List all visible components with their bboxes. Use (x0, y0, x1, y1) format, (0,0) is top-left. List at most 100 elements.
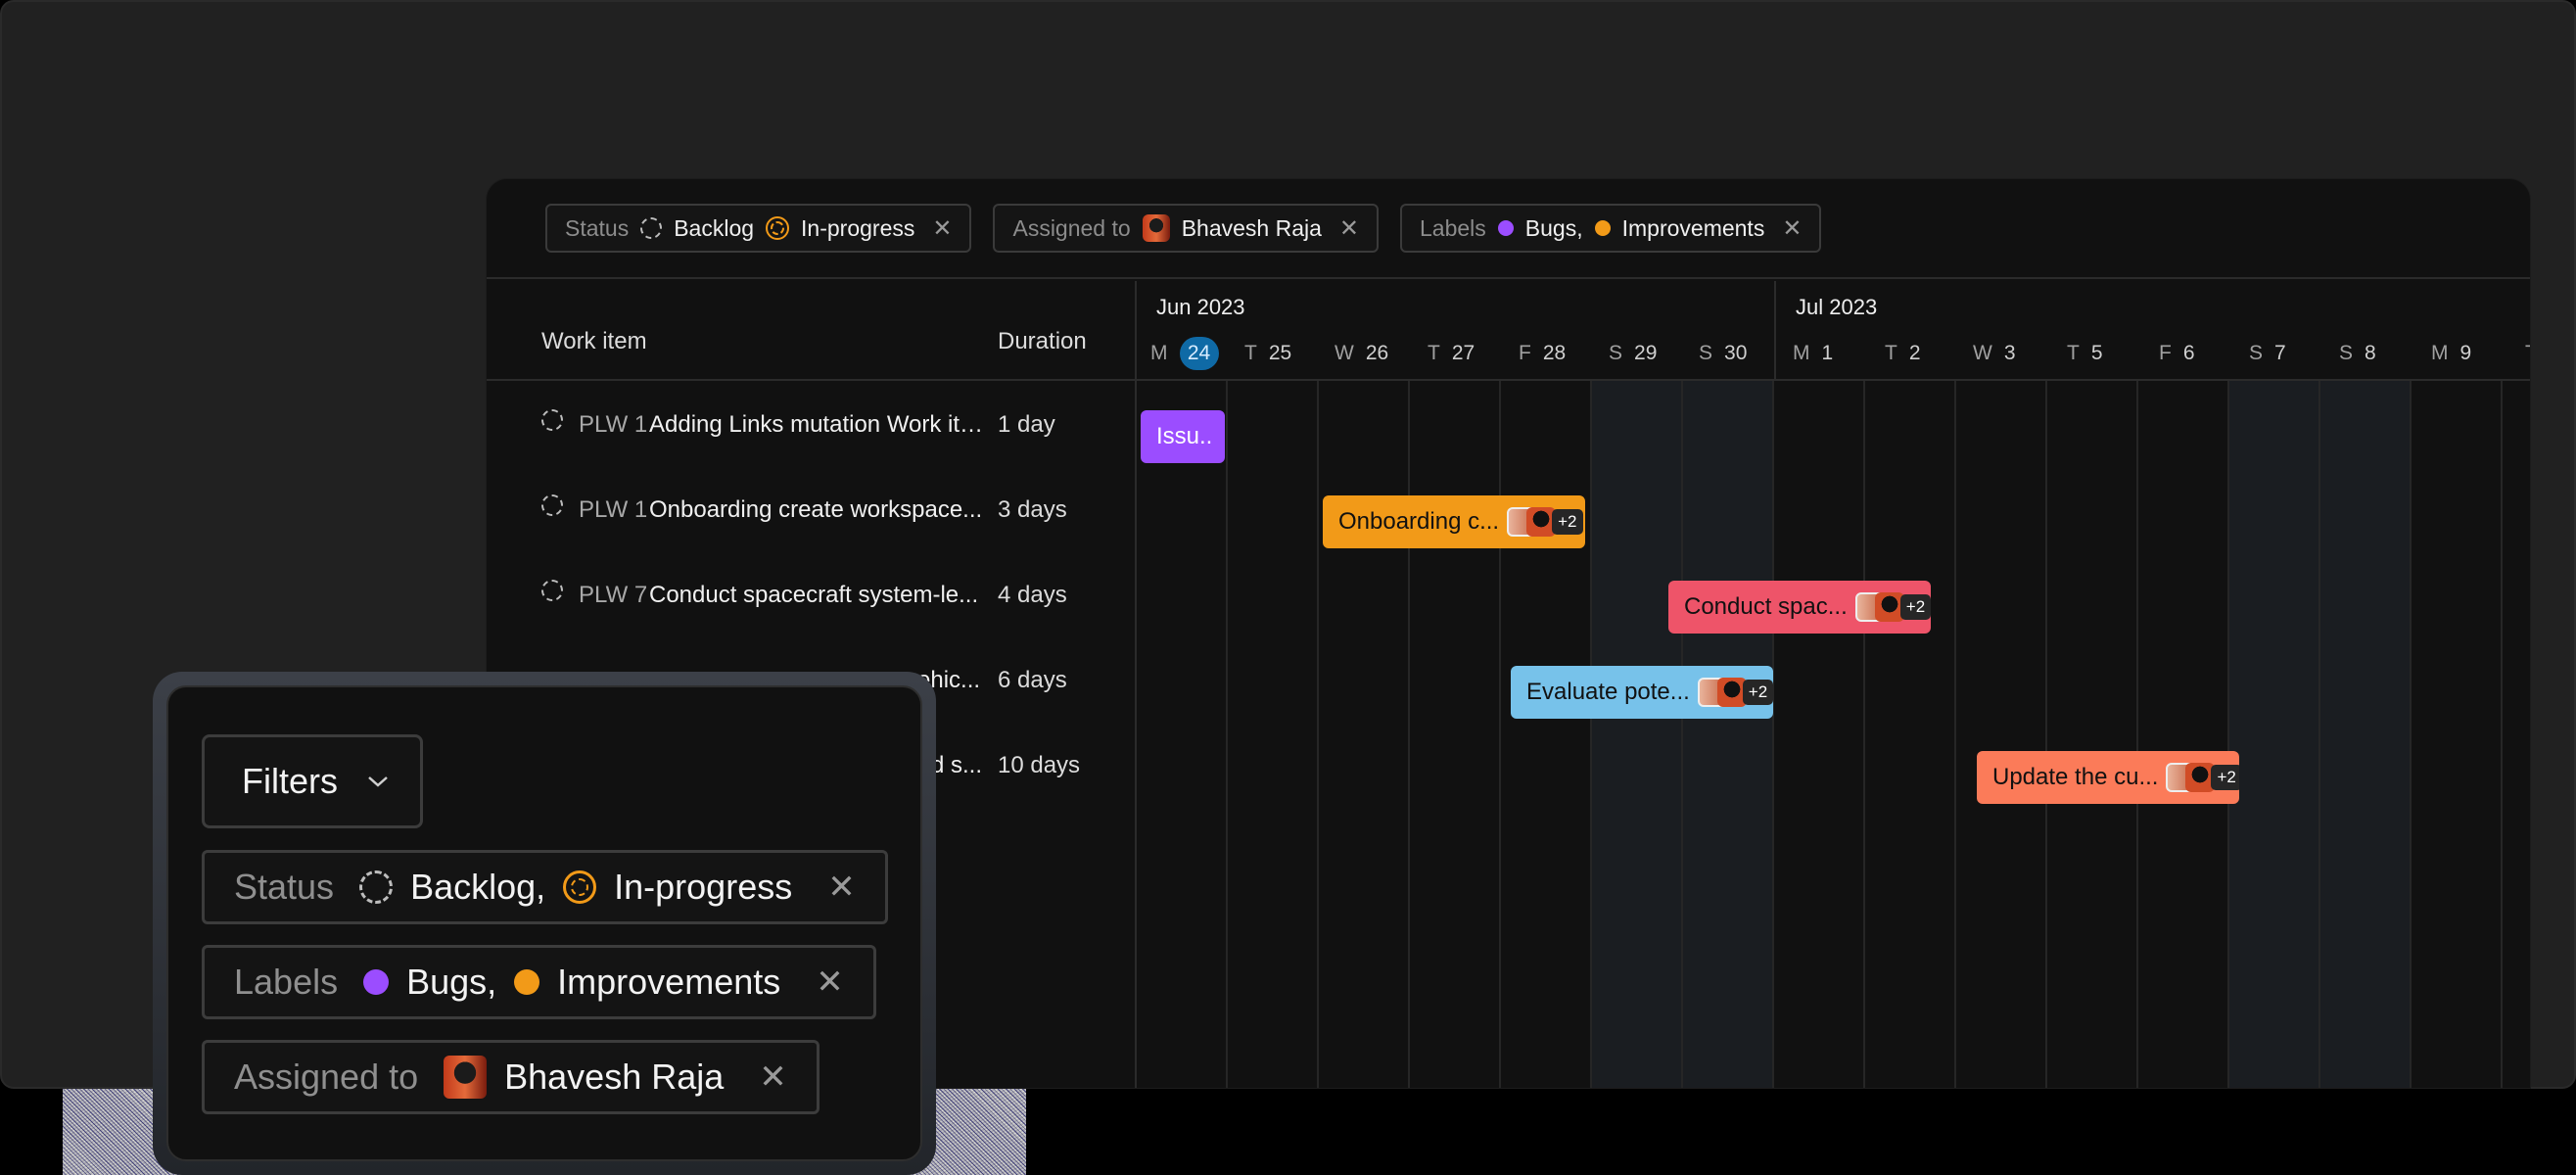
extra-assignees-badge: +2 (1742, 680, 1773, 705)
labels-filter-chip[interactable]: Labels Bugs, Improvements ✕ (1400, 204, 1822, 253)
status-filter-chip[interactable]: Status Backlog, In-progress ✕ (202, 850, 888, 924)
list-item[interactable]: PLW 7 Conduct spacecraft system-le... 4 … (487, 551, 1135, 636)
assignee-avatars: +2 (1854, 592, 1931, 622)
extra-assignees-badge: +2 (1552, 509, 1583, 535)
list-item[interactable]: PLW 1 Adding Links mutation Work items 1… (487, 381, 1135, 466)
day-header: M9 (2431, 342, 2471, 365)
weekday-letter: M (1793, 342, 1810, 364)
weekday-letter: T (1428, 342, 1440, 364)
status-filter-label: Status (565, 214, 630, 241)
work-item-id: PLW 1 (579, 496, 648, 523)
list-item[interactable]: PLW 1 Onboarding create workspace... 3 d… (487, 466, 1135, 551)
day-column (1501, 381, 1592, 1088)
gantt-bar[interactable]: Onboarding c... +2 (1323, 495, 1585, 548)
close-icon[interactable]: ✕ (816, 963, 844, 1002)
weekday-letter: T (1885, 342, 1897, 364)
timeline-grid: Issu.. Onboarding c... +2 Conduct spac..… (1137, 381, 2530, 1088)
gantt-bar-label: Update the cu... (1992, 764, 2159, 790)
work-item-id: PLW 1 (579, 411, 648, 438)
backlog-icon (359, 870, 394, 904)
day-header: T (2525, 342, 2530, 365)
in-progress-icon (563, 870, 597, 904)
assigned-filter-chip[interactable]: Assigned to Bhavesh Raja ✕ (993, 204, 1379, 253)
gantt-bar[interactable]: Evaluate pote... +2 (1511, 666, 1773, 719)
assigned-filter-value: Bhavesh Raja (1181, 214, 1322, 241)
day-column (1137, 381, 1228, 1088)
day-header: T5 (2067, 342, 2103, 365)
assigned-filter-label: Assigned to (234, 1057, 419, 1097)
day-number: 30 (1724, 342, 1748, 364)
day-column-weekend (2320, 381, 2412, 1088)
weekday-letter: T (2525, 342, 2530, 364)
chevron-down-icon (368, 776, 388, 787)
day-column (2412, 381, 2503, 1088)
day-header: W3 (1973, 342, 2016, 365)
day-header: T2 (1885, 342, 1921, 365)
month-label: Jul 2023 (1796, 295, 1878, 319)
day-column (1865, 381, 1956, 1088)
work-item-title: Onboarding create workspace... (649, 496, 983, 523)
month-header: Jun 2023 (1137, 281, 1774, 381)
work-item-title: d s... (931, 752, 983, 778)
day-header: M1 (1793, 342, 1833, 365)
assigned-filter-chip[interactable]: Assigned to Bhavesh Raja ✕ (202, 1040, 820, 1114)
weekday-letter: S (1699, 342, 1713, 364)
gantt-bar-label: Evaluate pote... (1526, 679, 1690, 705)
labels-filter-label: Labels (234, 962, 339, 1002)
day-header: S8 (2339, 342, 2376, 365)
weekday-letter: S (2339, 342, 2354, 364)
bugs-dot-icon (363, 969, 390, 995)
close-icon[interactable]: ✕ (1339, 214, 1359, 243)
day-number: 3 (2003, 342, 2016, 364)
avatar (1142, 214, 1170, 242)
assigned-filter-label: Assigned to (1012, 214, 1131, 241)
backlog-icon (541, 580, 563, 601)
day-number: 27 (1451, 342, 1475, 364)
day-number: 9 (2459, 342, 2472, 364)
filter-bar: Status Backlog In-progress ✕ Assigned to… (487, 179, 2530, 279)
month-header: Jul 2023 (1774, 281, 2530, 381)
day-number: 26 (1365, 342, 1389, 364)
day-number: 1 (1821, 342, 1834, 364)
work-item-column-header: Work item (541, 328, 647, 354)
assignee-avatars: +2 (1697, 678, 1773, 707)
gantt-bar[interactable]: Update the cu... +2 (1977, 751, 2239, 804)
work-item-duration: 1 day (998, 411, 1055, 438)
labels-filter-chip[interactable]: Labels Bugs, Improvements ✕ (202, 945, 876, 1019)
status-filter-value-backlog: Backlog (674, 214, 755, 241)
improvements-dot-icon (1594, 220, 1611, 236)
weekday-letter: T (2067, 342, 2080, 364)
close-icon[interactable]: ✕ (759, 1058, 787, 1097)
day-column (1956, 381, 2047, 1088)
assignee-avatars: +2 (2166, 763, 2239, 792)
timeline-header: Jun 2023 Jul 2023 M 24 T 25 W 26 T 27 F 28 S2… (1137, 281, 2530, 381)
filters-button-label: Filters (242, 761, 338, 801)
backlog-icon (541, 494, 563, 516)
weekday-letter: T (1244, 342, 1257, 364)
day-number: 8 (2365, 342, 2376, 364)
work-item-title: Conduct spacecraft system-le... (649, 582, 979, 608)
timeline: Issu.. Onboarding c... +2 Conduct spac..… (1135, 281, 2530, 1088)
day-number: 28 (1542, 342, 1567, 364)
weekday-letter: W (1973, 342, 1992, 364)
work-item-id: PLW 7 (579, 582, 648, 608)
close-icon[interactable]: ✕ (1782, 214, 1802, 243)
gantt-bar[interactable]: Conduct spac... +2 (1668, 581, 1931, 634)
filters-button[interactable]: Filters (202, 734, 423, 828)
day-number: 25 (1268, 342, 1292, 364)
status-filter-chip[interactable]: Status Backlog In-progress ✕ (545, 204, 972, 253)
work-item-title: Adding Links mutation Work items (649, 411, 992, 438)
bugs-dot-icon (1497, 220, 1514, 236)
month-label: Jun 2023 (1156, 295, 1245, 319)
close-icon[interactable]: ✕ (932, 214, 952, 243)
close-icon[interactable]: ✕ (827, 868, 856, 907)
work-item-duration: 4 days (998, 582, 1067, 608)
labels-filter-value-bugs: Bugs, (1524, 214, 1583, 241)
day-column (1228, 381, 1319, 1088)
day-header: F6 (2159, 342, 2195, 365)
day-column (1774, 381, 1865, 1088)
day-number: 29 (1634, 342, 1658, 364)
day-column (1319, 381, 1410, 1088)
day-header: M 24 (1150, 337, 1219, 370)
gantt-bar[interactable]: Issu.. (1141, 410, 1225, 463)
